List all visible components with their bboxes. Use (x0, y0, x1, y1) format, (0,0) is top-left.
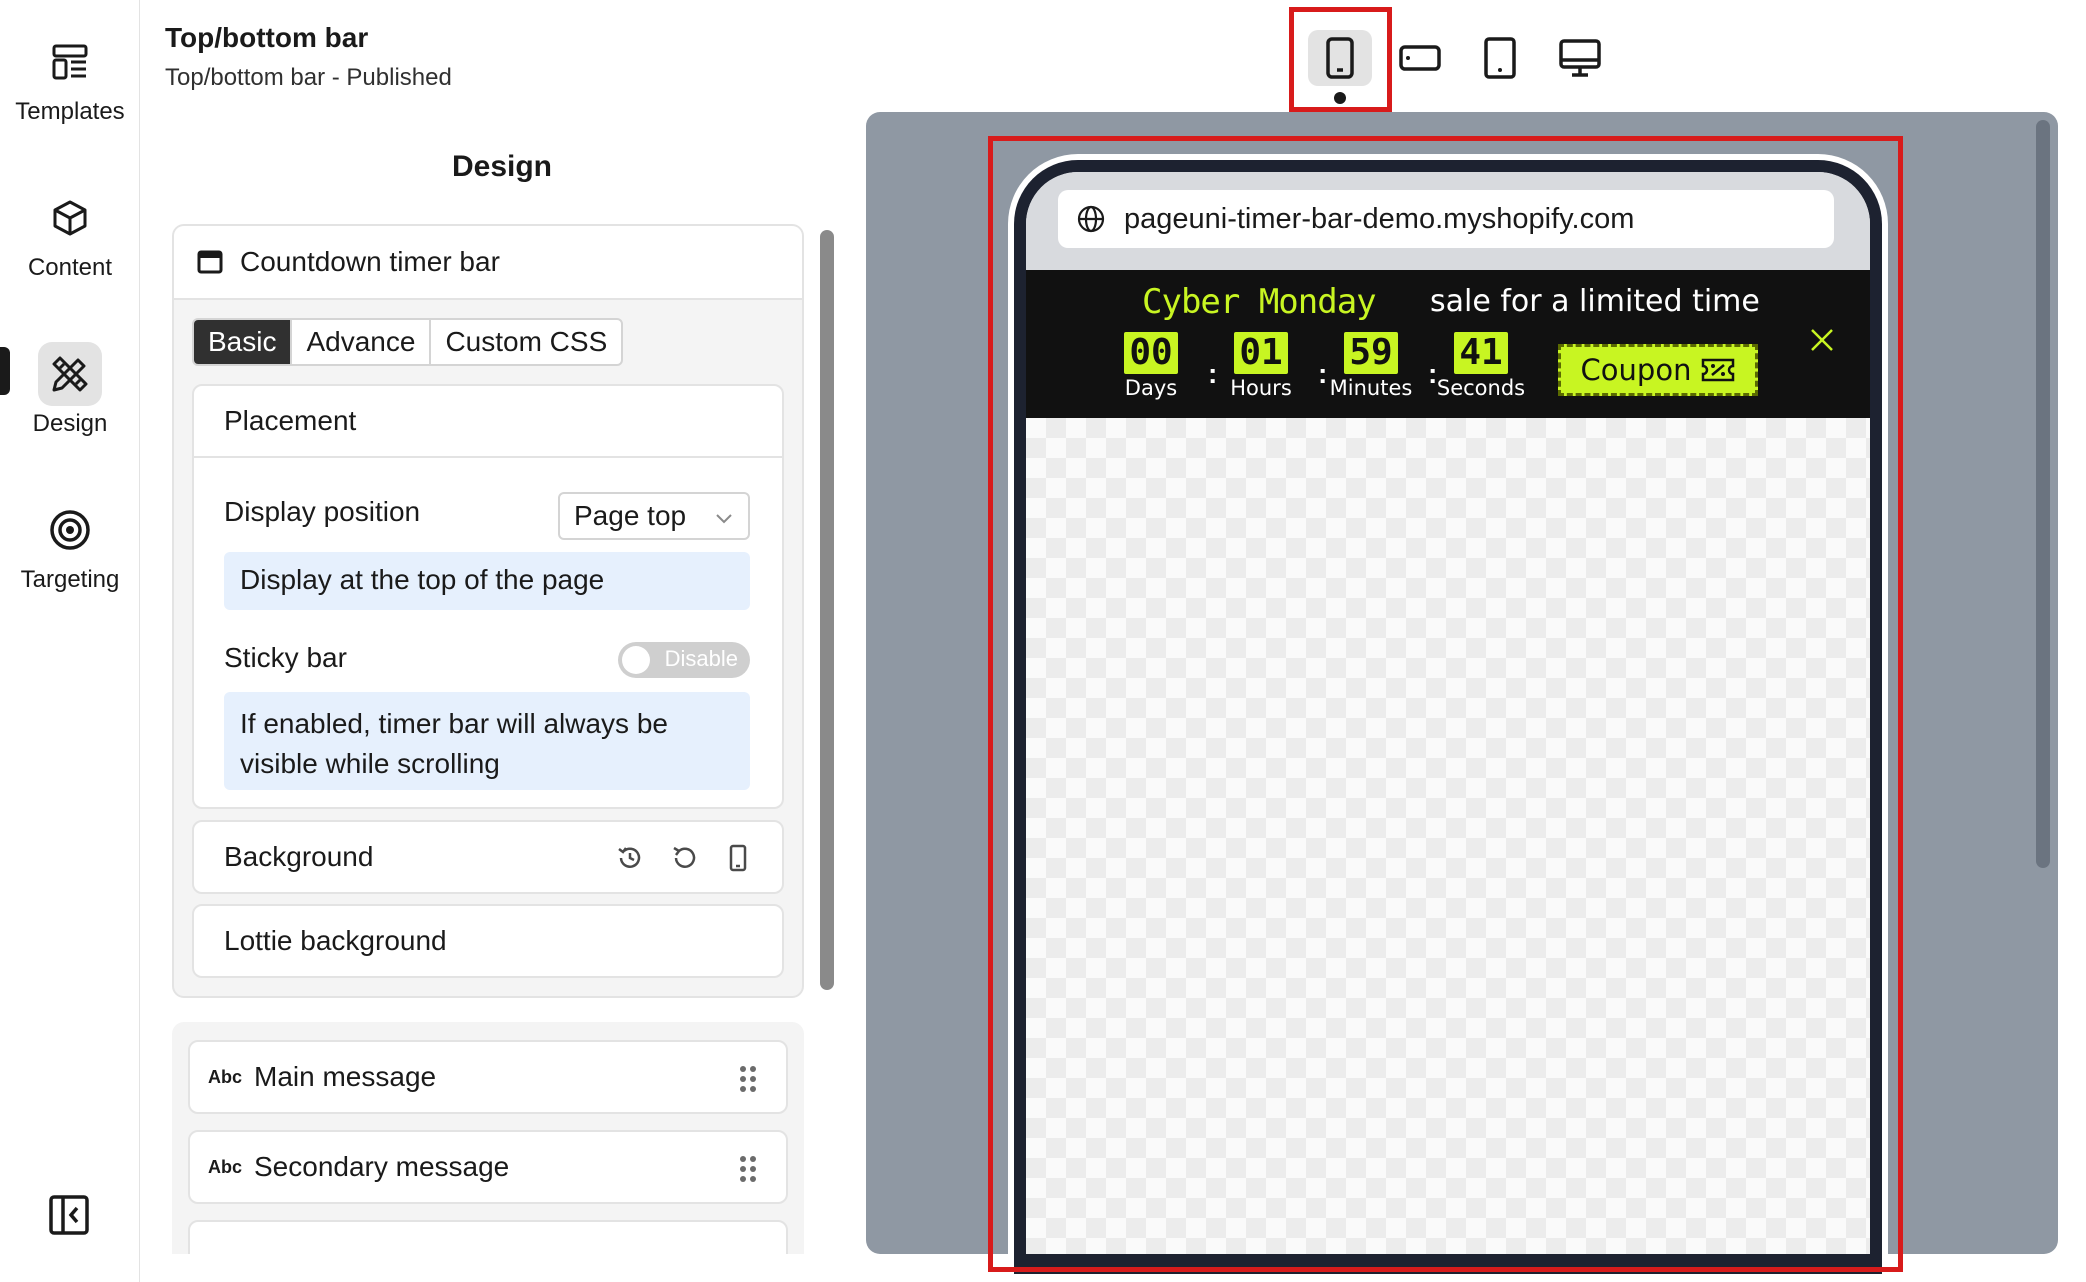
rail-label-templates: Templates (15, 98, 125, 125)
timer-label: Seconds (1436, 376, 1526, 400)
page-title: Top/bottom bar (165, 22, 369, 53)
list-item-main-message[interactable]: Abc Main message (188, 1040, 788, 1114)
drag-handle-icon[interactable] (738, 1064, 758, 1094)
sticky-bar-help: If enabled, timer bar will always be vis… (224, 692, 750, 790)
placement-title: Placement (194, 386, 782, 458)
rail-label-targeting: Targeting (20, 566, 120, 593)
browser-chrome: pageuni-timer-bar-demo.myshopify.com (1026, 172, 1870, 270)
timer-label: Minutes (1329, 376, 1413, 400)
device-mobile-button[interactable] (1308, 30, 1372, 86)
timer-value: 00 (1124, 332, 1178, 374)
device-mobile-landscape-button[interactable] (1388, 30, 1452, 86)
mobile-landscape-icon (1399, 45, 1441, 71)
design-tools-icon (38, 342, 102, 406)
sticky-bar-state: Disable (664, 646, 738, 671)
countdown-timer-title: Countdown timer bar (240, 246, 500, 277)
preview-scrollbar[interactable] (2036, 120, 2050, 868)
display-position-select[interactable]: Page top (558, 492, 750, 540)
element-label: Secondary message (254, 1151, 510, 1182)
window-icon (197, 250, 223, 274)
device-desktop-button[interactable] (1548, 30, 1612, 86)
collapse-sidebar-icon (49, 1195, 89, 1235)
timer-value: 01 (1234, 332, 1288, 374)
timer-unit-hours: 01 Hours (1206, 332, 1316, 400)
close-icon (1811, 329, 1833, 351)
tablet-icon (1484, 37, 1516, 79)
rail-item-design[interactable]: Design (0, 342, 140, 438)
rail-label-content: Content (27, 254, 113, 281)
placement-section: Placement Display position Page top Disp… (192, 384, 784, 809)
text-type-icon: Abc (208, 1066, 243, 1087)
active-device-dot (1334, 92, 1346, 104)
device-tablet-button[interactable] (1468, 30, 1532, 86)
target-icon (38, 498, 102, 562)
display-position-help: Display at the top of the page (224, 552, 750, 610)
cube-icon (38, 186, 102, 250)
lottie-background-section[interactable]: Lottie background (192, 904, 784, 978)
panel-scrollbar[interactable] (820, 230, 834, 990)
coupon-button[interactable]: Coupon (1558, 344, 1758, 396)
tab-basic[interactable]: Basic (194, 320, 293, 364)
countdown-timer-bar[interactable]: Cyber Monday sale for a limited time 00 … (1026, 270, 1870, 418)
rail-label-design: Design (32, 410, 108, 437)
tab-custom-css[interactable]: Custom CSS (431, 320, 621, 364)
collapse-sidebar-button[interactable] (44, 1190, 94, 1240)
page-subtitle: Top/bottom bar - Published (165, 64, 452, 91)
left-rail: Templates Content Design Targeting (0, 0, 140, 1282)
timer-unit-minutes: 59 Minutes (1316, 332, 1426, 400)
list-item-secondary-message[interactable]: Abc Secondary message (188, 1130, 788, 1204)
countdown-timer-settings-card: Countdown timer bar Basic Advance Custom… (172, 224, 804, 998)
timer-label: Days (1124, 376, 1178, 400)
list-overflow-edge (172, 1254, 804, 1282)
rail-item-targeting[interactable]: Targeting (0, 498, 140, 594)
elements-list: Abc Main message Abc Secondary message (172, 1022, 804, 1282)
mobile-icon (1326, 37, 1354, 79)
coupon-label: Coupon (1580, 353, 1692, 387)
text-type-icon: Abc (208, 1156, 243, 1177)
countdown-timer-header[interactable]: Countdown timer bar (174, 226, 802, 300)
drag-handle-icon[interactable] (738, 1154, 758, 1184)
timer-value: 59 (1344, 332, 1398, 374)
mobile-device-icon[interactable] (722, 842, 754, 874)
desktop-icon (1559, 39, 1601, 77)
timer-value: 41 (1454, 332, 1508, 374)
design-panel-title: Design (451, 150, 553, 183)
timer-label: Hours (1230, 376, 1292, 400)
ticket-icon (1702, 358, 1735, 382)
tab-advance[interactable]: Advance (292, 320, 432, 364)
secondary-message: sale for a limited time (1430, 284, 1760, 319)
history-icon[interactable] (614, 842, 646, 874)
display-position-value: Page top (574, 500, 687, 531)
rail-item-templates[interactable]: Templates (0, 30, 140, 126)
globe-icon (1077, 205, 1105, 233)
background-section[interactable]: Background (192, 820, 784, 894)
lottie-background-label: Lottie background (224, 925, 447, 956)
templates-icon (38, 30, 102, 94)
element-label: Main message (254, 1061, 437, 1092)
toggle-knob (622, 646, 650, 674)
address-url: pageuni-timer-bar-demo.myshopify.com (1124, 202, 1635, 235)
rail-item-content[interactable]: Content (0, 186, 140, 282)
background-label: Background (224, 841, 374, 872)
phone-screen: pageuni-timer-bar-demo.myshopify.com Cyb… (1026, 172, 1870, 1254)
chevron-down-icon (716, 514, 732, 524)
page-content-placeholder (1026, 418, 1870, 1254)
timer-unit-seconds: 41 Seconds (1426, 332, 1536, 400)
display-position-label: Display position (224, 496, 421, 527)
design-tabs: Basic Advance Custom CSS (192, 318, 624, 366)
sticky-bar-label: Sticky bar (224, 642, 347, 673)
address-bar[interactable]: pageuni-timer-bar-demo.myshopify.com (1058, 190, 1834, 248)
timer-unit-days: 00 Days (1096, 332, 1206, 400)
timer-bar-close-button[interactable] (1802, 320, 1842, 360)
main-message: Cyber Monday (1142, 282, 1377, 322)
reset-icon[interactable] (668, 842, 700, 874)
sticky-bar-toggle[interactable]: Disable (618, 642, 750, 678)
